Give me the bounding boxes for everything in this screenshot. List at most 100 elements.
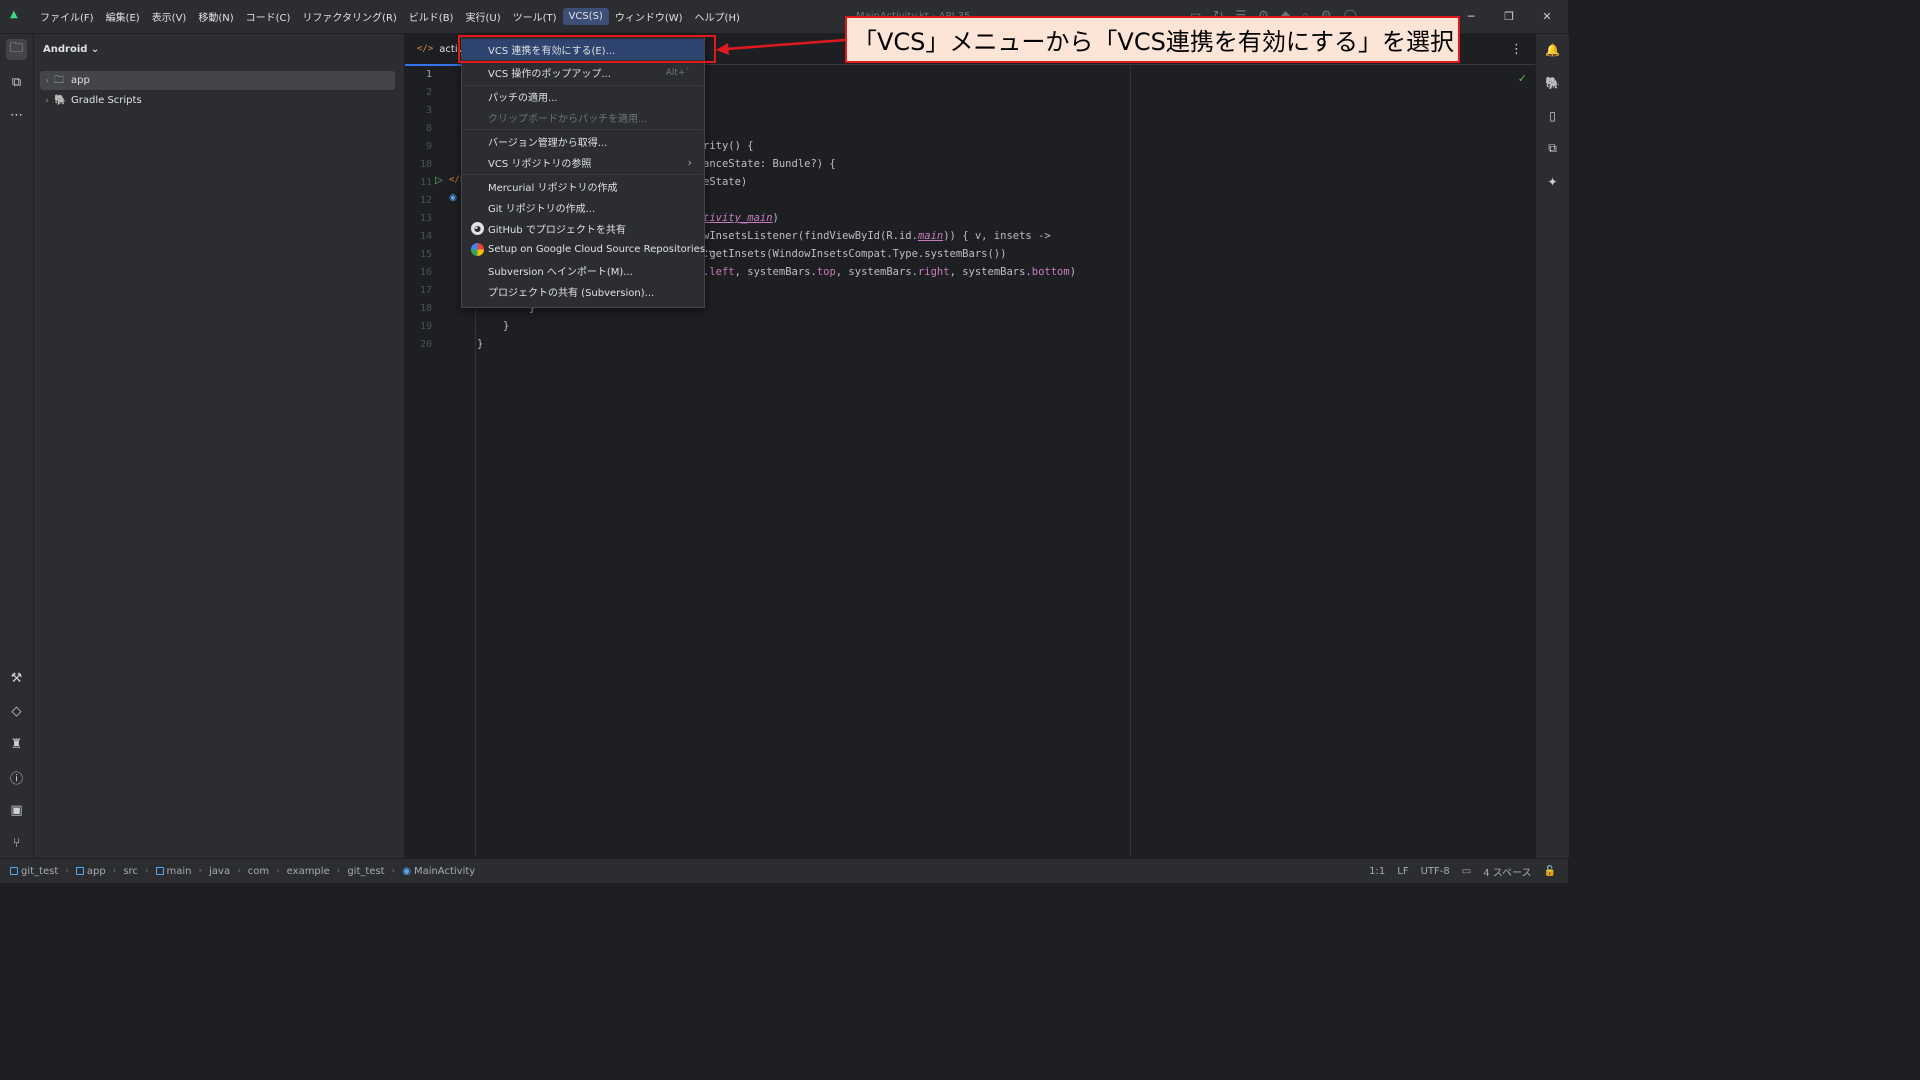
file-encoding[interactable]: UTF-8 [1421,866,1450,877]
override-gutter-icon[interactable]: ◉ [449,193,457,203]
gemini-sparkle-icon[interactable]: ✦ [1542,171,1563,192]
chevron-down-icon: ⌄ [90,44,100,55]
menu-item-label: バージョン管理から取得... [488,138,608,149]
source-root-icon [155,866,164,875]
menu-item-label: パッチの適用... [488,93,558,104]
menu-code[interactable]: コード(C) [240,6,297,27]
breadcrumb-label: app [86,865,106,877]
code-line-20: } [477,338,484,350]
menu-item-vcs-operations-popup[interactable]: VCS 操作のポップアップ... Alt+` [462,62,704,83]
menu-run[interactable]: 実行(U) [459,6,506,27]
menu-view[interactable]: 表示(V) [146,6,193,27]
chevron-right-icon[interactable]: › [40,76,54,86]
chevron-right-icon: › [144,866,149,876]
indent-setting[interactable]: 4 スペース [1483,864,1531,879]
lock-icon[interactable]: 🔓 [1544,866,1556,877]
menu-navigate[interactable]: 移動(N) [192,6,239,27]
status-bar: git_test › app › src › main › java › com… [0,858,1568,883]
code-token: , systemBars. [734,266,817,278]
code-line-19: } [503,320,510,332]
code-token: left [709,266,735,278]
breadcrumb-label: MainActivity [413,865,476,877]
menu-item-get-from-vcs[interactable]: バージョン管理から取得... [462,131,704,152]
status-right-group: 1:1 LF UTF-8 ▭ 4 スペース 🔓 [1369,859,1556,883]
breadcrumb-item[interactable]: java [209,866,230,877]
menu-item-google-cloud-source-repos[interactable]: Setup on Google Cloud Source Repositorie… [462,239,715,260]
breadcrumb-item[interactable]: git_test [10,866,58,877]
more-tools-icon[interactable]: ⋯ [6,105,27,126]
menu-item-import-into-subversion[interactable]: Subversion へインポート(M)... [462,260,704,281]
menu-vcs[interactable]: VCS(S) [562,8,609,25]
running-devices-icon[interactable]: ⧉ [1542,138,1563,159]
chevron-right-icon: › [336,866,341,876]
chevron-right-icon: › [112,866,117,876]
project-folder-icon[interactable]: 🗀 [6,39,27,60]
gradle-elephant-icon[interactable]: 🐘 [1542,72,1563,93]
menu-item-create-git-repo[interactable]: Git リポジトリの作成... [462,197,704,218]
read-mode-icon[interactable]: ▭ [1462,866,1471,877]
menu-tools[interactable]: ツール(T) [507,6,563,27]
code-token: , systemBars. [949,266,1032,278]
line-number: 20 [419,339,432,350]
build-hammer-icon[interactable]: ⚒ [6,668,27,689]
line-number: 2 [425,87,432,98]
restore-button[interactable]: ❐ [1490,0,1528,33]
menu-window[interactable]: ウィンドウ(W) [609,6,689,27]
menu-refactor[interactable]: リファクタリング(R) [296,6,402,27]
git-branch-icon[interactable]: ⑂ [6,833,27,854]
resource-manager-icon[interactable]: ⧉ [6,72,27,93]
menu-item-label: GitHub でプロジェクトを共有 [488,225,626,236]
breadcrumb-item[interactable]: ◉ MainActivity [402,866,475,877]
terminal-icon[interactable]: ▣ [6,800,27,821]
code-token: ) [772,212,779,224]
main-menu-bar: ファイル(F) 編集(E) 表示(V) 移動(N) コード(C) リファクタリン… [34,0,746,33]
menu-edit[interactable]: 編集(E) [100,6,146,27]
module-icon [75,866,84,875]
breadcrumb-label: main [166,865,192,877]
project-view-label: Android [43,44,88,55]
run-gutter-icon[interactable]: ▷ [435,175,443,186]
code-line-15: .getInsets(WindowInsetsCompat.Type.syste… [703,248,1007,260]
menu-build[interactable]: ビルド(B) [403,6,460,27]
menu-item-label: Subversion へインポート(M)... [488,267,633,278]
chevron-right-icon[interactable]: › [40,96,54,106]
code-line-14: wInsetsListener(findViewById(R.id.main))… [703,230,1051,242]
breadcrumb-item[interactable]: git_test [347,866,384,877]
menu-item-browse-vcs-repository[interactable]: VCS リポジトリの参照 › [462,152,704,173]
more-options-icon[interactable]: ⋮ [1510,42,1523,57]
menu-item-apply-patch[interactable]: パッチの適用... [462,86,704,107]
tree-item-app[interactable]: › 🗀 app [40,71,395,90]
right-margin-guide [1130,66,1131,856]
logcat-icon[interactable]: ♜ [6,734,27,755]
cursor-position[interactable]: 1:1 [1369,866,1385,877]
line-number: 8 [425,123,432,134]
chevron-right-icon: › [391,866,396,876]
menu-item-share-project-subversion[interactable]: プロジェクトの共有 (Subversion)... [462,281,704,302]
menu-item-create-mercurial-repo[interactable]: Mercurial リポジトリの作成 [462,176,704,197]
menu-item-label: プロジェクトの共有 (Subversion)... [488,288,655,299]
menu-item-label: VCS リポジトリの参照 [488,159,592,170]
breadcrumb-item[interactable]: example [287,866,330,877]
device-manager-icon[interactable]: ▯ [1542,105,1563,126]
tree-item-gradle-scripts[interactable]: › 🐘 Gradle Scripts [40,91,395,110]
menu-item-share-on-github[interactable]: ◕ GitHub でプロジェクトを共有 [462,218,704,239]
project-view-selector[interactable]: Android ⌄ [43,44,99,55]
close-button[interactable]: ✕ [1528,0,1566,33]
breadcrumb-item[interactable]: com [248,866,269,877]
app-quality-gem-icon[interactable]: ◇ [6,701,27,722]
code-line-10: anceState: Bundle?) { [703,158,836,170]
line-number: 15 [419,249,432,260]
android-studio-logo-icon: ▲ [10,9,18,20]
menu-file[interactable]: ファイル(F) [34,6,100,27]
notifications-bell-icon[interactable]: 🔔 [1542,39,1563,60]
menu-separator [463,129,703,130]
menu-help[interactable]: ヘルプ(H) [689,6,746,27]
line-ending[interactable]: LF [1397,866,1408,877]
kotlin-class-icon: ◉ [402,865,411,877]
inspection-ok-icon[interactable]: ✓ [1518,72,1527,85]
code-token: wInsetsListener(findViewById(R.id. [703,230,918,242]
breadcrumb-item[interactable]: main [155,865,192,877]
breadcrumb-item[interactable]: app [75,865,106,877]
problems-icon[interactable]: ⓘ [6,767,27,788]
breadcrumb-item[interactable]: src [123,866,138,877]
